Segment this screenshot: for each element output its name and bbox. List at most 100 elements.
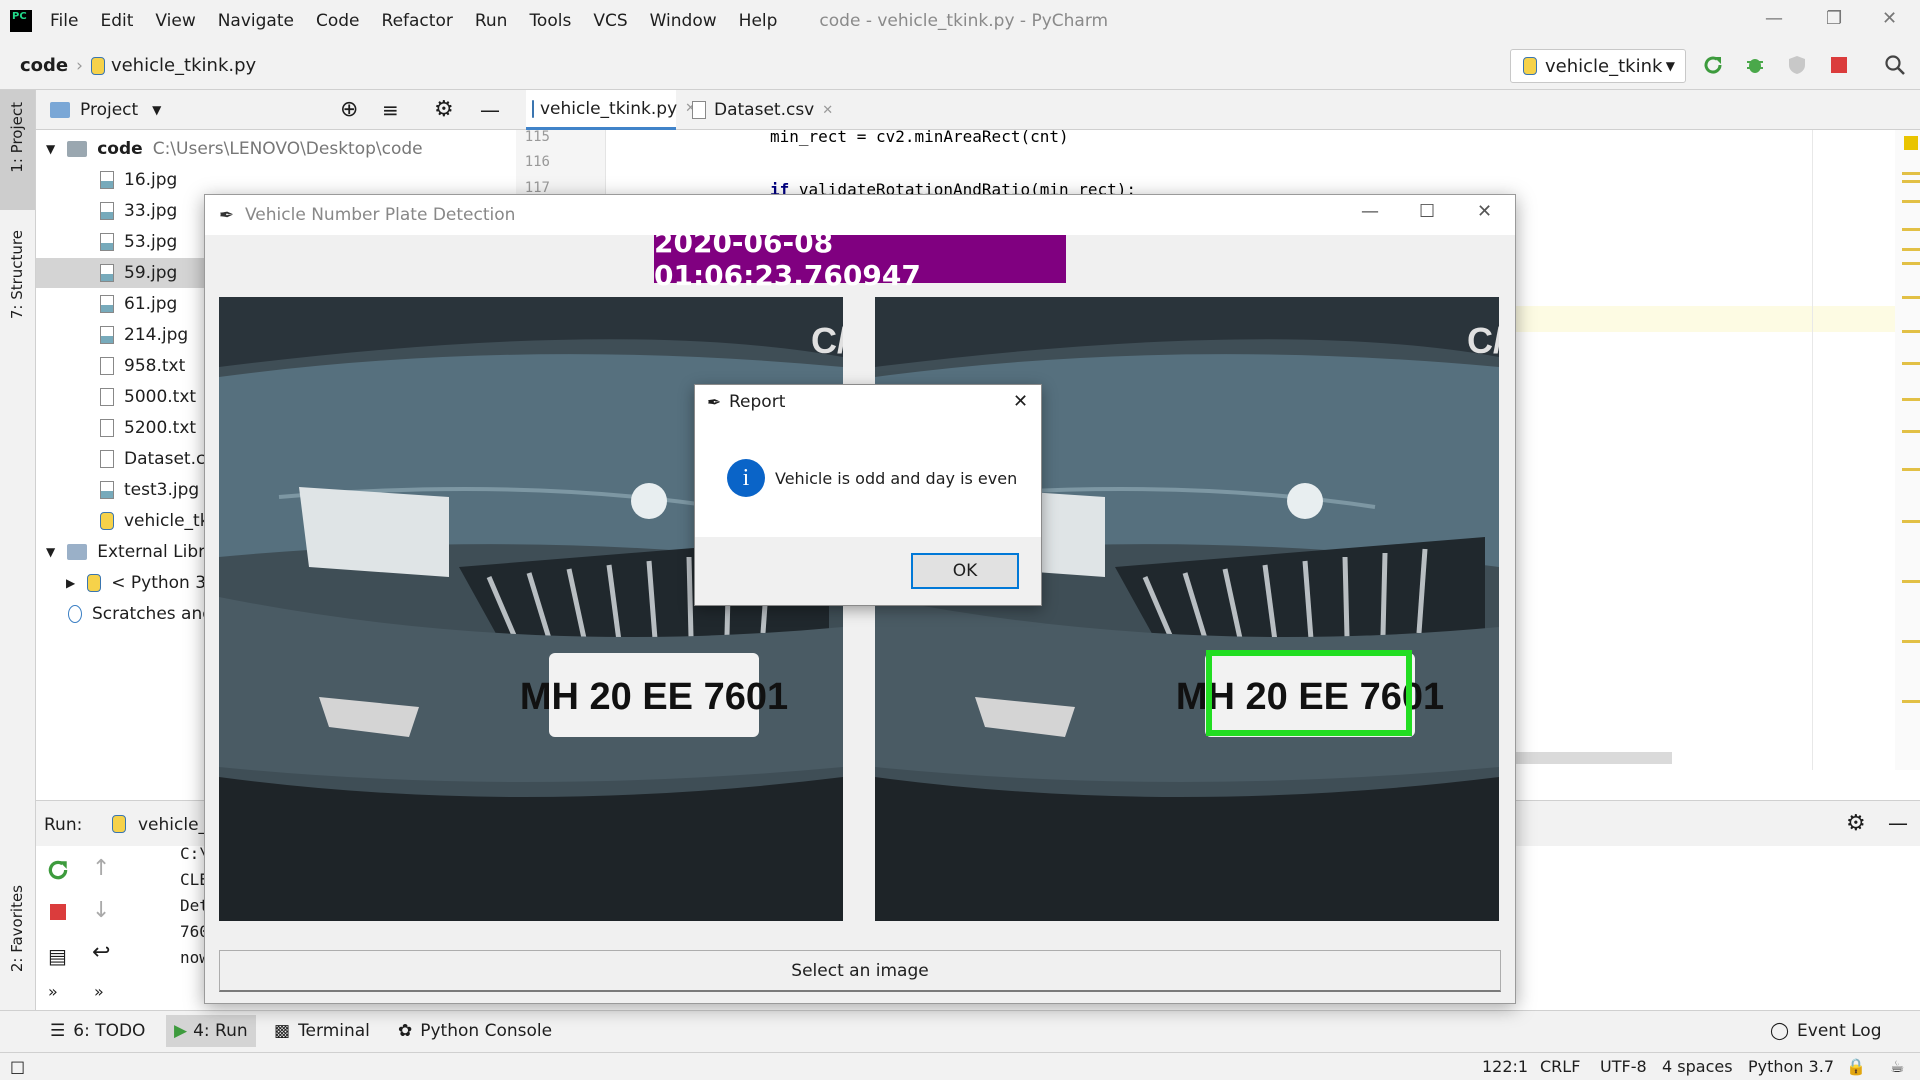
tree-file[interactable]: 958.txt <box>100 351 185 381</box>
breadcrumb-project[interactable]: code <box>20 55 68 76</box>
stripe-mark[interactable] <box>1902 468 1920 471</box>
minimize-icon[interactable]: — <box>1361 201 1379 222</box>
stripe-mark[interactable] <box>1902 262 1920 265</box>
tree-file[interactable]: 5200.txt <box>100 413 196 443</box>
tree-scratches[interactable]: Scratches and <box>68 599 213 629</box>
close-tab-icon[interactable]: ✕ <box>822 103 833 118</box>
more-icon[interactable]: » <box>48 982 58 1001</box>
tool-todo[interactable]: ☰ 6: TODO <box>50 1021 145 1041</box>
run-tab[interactable]: vehicle_t <box>138 815 214 835</box>
search-icon[interactable] <box>1884 54 1906 76</box>
menu-run[interactable]: Run <box>475 11 508 31</box>
stripe-mark[interactable] <box>1902 228 1920 231</box>
stripe-mark[interactable] <box>1902 248 1920 251</box>
stop-icon[interactable] <box>48 902 68 922</box>
stripe-mark[interactable] <box>1902 296 1920 299</box>
debug-icon[interactable] <box>1744 54 1766 76</box>
hide-panel-icon[interactable]: — <box>480 98 500 122</box>
tree-file[interactable]: 5000.txt <box>100 382 196 412</box>
stripe-mark[interactable] <box>1902 580 1920 583</box>
layout-icon[interactable]: ▤ <box>48 944 67 968</box>
tool-python-console[interactable]: ✿ Python Console <box>398 1021 552 1041</box>
stripe-mark[interactable] <box>1902 330 1920 333</box>
tool-run[interactable]: ▶ 4: Run <box>166 1015 256 1047</box>
minimize-icon[interactable]: — <box>1765 8 1783 29</box>
chevron-down-icon[interactable]: ▼ <box>152 103 161 117</box>
warning-indicator-icon[interactable] <box>1904 136 1918 150</box>
menu-window[interactable]: Window <box>650 11 717 31</box>
stop-icon[interactable] <box>1828 54 1850 76</box>
scroll-down-icon[interactable]: ↓ <box>92 898 110 923</box>
breadcrumb-file[interactable]: vehicle_tkink.py <box>111 55 256 76</box>
stripe-mark[interactable] <box>1902 700 1920 703</box>
notifications-icon[interactable]: ☕ <box>1890 1057 1904 1076</box>
lock-icon[interactable]: 🔒 <box>1846 1057 1866 1076</box>
tree-file[interactable]: 61.jpg <box>100 289 177 319</box>
menu-tools[interactable]: Tools <box>529 11 571 31</box>
tree-root[interactable]: ▼ code C:\Users\LENOVO\Desktop\code <box>46 134 423 164</box>
maximize-icon[interactable]: ☐ <box>1419 201 1435 222</box>
tab-vehicle-tkink[interactable]: vehicle_tkink.py ✕ <box>526 90 696 130</box>
settings-icon[interactable]: ⚙ <box>434 97 454 122</box>
tree-file[interactable]: 16.jpg <box>100 165 177 195</box>
menu-navigate[interactable]: Navigate <box>218 11 294 31</box>
status-indent[interactable]: 4 spaces <box>1662 1057 1733 1076</box>
close-icon[interactable]: ✕ <box>1477 201 1492 222</box>
run-configuration-select[interactable]: vehicle_tkink ▼ <box>1510 49 1686 83</box>
rerun-icon[interactable] <box>1702 54 1724 76</box>
close-icon[interactable]: ✕ <box>1013 391 1028 412</box>
hide-panel-icon[interactable]: — <box>1888 811 1908 835</box>
expand-arrow-icon[interactable]: ▼ <box>46 545 55 559</box>
collapse-all-icon[interactable]: ≡ <box>382 98 399 122</box>
restore-icon[interactable]: ❐ <box>1826 8 1842 29</box>
more-icon[interactable]: » <box>94 982 104 1001</box>
coverage-icon[interactable] <box>1786 54 1808 76</box>
stripe-mark[interactable] <box>1902 640 1920 643</box>
stripe-mark[interactable] <box>1902 398 1920 401</box>
tool-window-structure[interactable]: 7: Structure <box>8 230 26 319</box>
ok-button[interactable]: OK <box>911 553 1019 589</box>
tree-file[interactable]: test3.jpg <box>100 475 199 505</box>
stripe-mark[interactable] <box>1902 180 1920 183</box>
stripe-mark[interactable] <box>1902 362 1920 365</box>
tree-file[interactable]: vehicle_tki <box>100 506 214 536</box>
tool-window-favorites[interactable]: 2: Favorites <box>8 885 26 972</box>
file-name: 214.jpg <box>124 325 189 345</box>
status-encoding[interactable]: UTF-8 <box>1600 1057 1647 1076</box>
menu-refactor[interactable]: Refactor <box>382 11 453 31</box>
tree-file[interactable]: 214.jpg <box>100 320 188 350</box>
select-image-button[interactable]: Select an image <box>219 950 1501 992</box>
tree-python-sdk[interactable]: ▶ < Python 3 <box>66 568 206 598</box>
tool-event-log[interactable]: ◯ Event Log <box>1770 1021 1882 1041</box>
tool-terminal[interactable]: ▩ Terminal <box>274 1021 370 1041</box>
status-position[interactable]: 122:1 <box>1482 1057 1528 1076</box>
tab-dataset-csv[interactable]: Dataset.csv ✕ <box>692 90 833 130</box>
soft-wrap-icon[interactable]: ↩ <box>92 940 110 965</box>
menu-vcs[interactable]: VCS <box>593 11 627 31</box>
horizontal-scrollbar[interactable] <box>1516 752 1672 764</box>
stripe-mark[interactable] <box>1902 430 1920 433</box>
tool-window-project[interactable]: 1: Project <box>8 102 26 173</box>
menu-edit[interactable]: Edit <box>100 11 133 31</box>
expand-arrow-icon[interactable]: ▼ <box>46 142 55 156</box>
scroll-up-icon[interactable]: ↑ <box>92 856 110 881</box>
status-interpreter[interactable]: Python 3.7 <box>1748 1057 1834 1076</box>
panel-toggle-icon[interactable]: □ <box>10 1057 25 1076</box>
settings-icon[interactable]: ⚙ <box>1846 811 1866 836</box>
stripe-mark[interactable] <box>1902 200 1920 203</box>
project-panel-title[interactable]: Project <box>80 100 138 120</box>
menu-help[interactable]: Help <box>739 11 778 31</box>
status-line-separator[interactable]: CRLF <box>1540 1057 1580 1076</box>
menu-file[interactable]: File <box>50 11 78 31</box>
close-icon[interactable]: ✕ <box>1882 8 1897 29</box>
tree-file[interactable]: 53.jpg <box>100 227 177 257</box>
stripe-mark[interactable] <box>1902 520 1920 523</box>
tree-file[interactable]: 33.jpg <box>100 196 177 226</box>
tree-external-libraries[interactable]: ▼ External Librar <box>46 537 223 567</box>
menu-code[interactable]: Code <box>316 11 360 31</box>
rerun-icon[interactable] <box>46 858 70 882</box>
collapse-arrow-icon[interactable]: ▶ <box>66 576 75 590</box>
menu-view[interactable]: View <box>155 11 195 31</box>
locate-icon[interactable]: ⊕ <box>340 97 358 122</box>
stripe-mark[interactable] <box>1902 172 1920 175</box>
